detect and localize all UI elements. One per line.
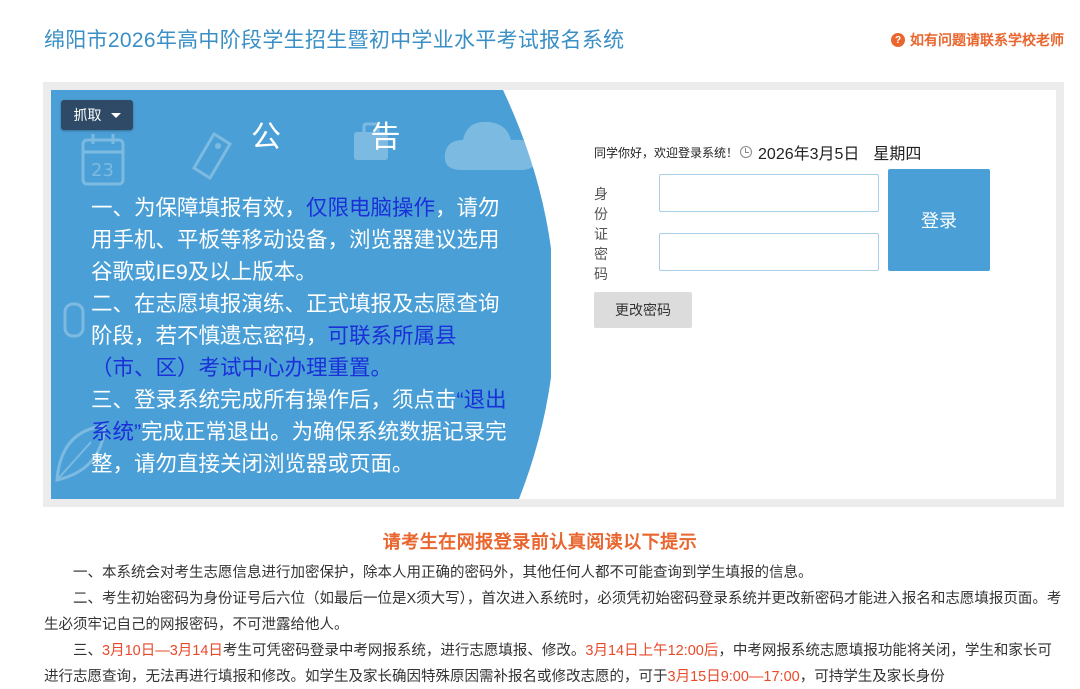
help-link[interactable]: ? 如有问题请联系学校老师 [891, 30, 1064, 50]
notice-board: 23 抓取 公 告 一、为保障填报有效，仅限电脑操作，请勿用手机、平板等移动设备… [51, 90, 551, 499]
login-button[interactable]: 登录 [888, 169, 990, 271]
id-card-label: 身份证 [594, 186, 608, 242]
tip-text: 考生可凭密码登录中考网报系统，进行志愿填报、修改。 [222, 643, 586, 659]
current-date: 2026年3月5日 [758, 146, 860, 163]
tip-highlight: 3月15日9:00—17:00 [667, 669, 800, 685]
clock-icon [740, 146, 753, 158]
tips-section: 一、本系统会对考生志愿信息进行加密保护，除本人用正确的密码外，其他任何人都不可能… [44, 560, 1064, 689]
tips-title: 请考生在网报登录前认真阅读以下提示 [382, 532, 698, 552]
greeting: 同学你好，欢迎登录系统！ 2026年3月5日 星期四 [594, 140, 921, 164]
main-panel: 23 抓取 公 告 一、为保障填报有效，仅限电脑操作，请勿用手机、平板等移动设备… [43, 82, 1064, 507]
tip-text: ，可持学生及家长身份 [799, 669, 945, 685]
change-password-button[interactable]: 更改密码 [594, 292, 692, 328]
tip-1: 一、本系统会对考生志愿信息进行加密保护，除本人用正确的密码外，其他任何人都不可能… [73, 565, 813, 581]
current-weekday: 星期四 [873, 146, 922, 163]
tip-3: 三、3月10日—3月14日考生可凭密码登录中考网报系统，进行志愿填报、修改。3月… [44, 638, 1064, 689]
page-header: 绵阳市2026年高中阶段学生招生暨初中学业水平考试报名系统 ? 如有问题请联系学… [0, 0, 1080, 80]
tip-highlight: 3月14日上午12:00后 [585, 643, 719, 659]
help-link-text: 如有问题请联系学校老师 [910, 32, 1064, 48]
password-input[interactable] [659, 233, 879, 271]
tip-text: 三、 [73, 643, 102, 659]
id-card-input[interactable] [659, 174, 879, 212]
notice-curve-edge [503, 90, 551, 499]
tip-2: 二、考生初始密码为身份证号后六位（如最后一位是X须大写），首次进入系统时，必须凭… [44, 591, 1062, 633]
main-panel-inner: 23 抓取 公 告 一、为保障填报有效，仅限电脑操作，请勿用手机、平板等移动设备… [51, 90, 1056, 499]
site-title: 绵阳市2026年高中阶段学生招生暨初中学业水平考试报名系统 [44, 29, 625, 52]
question-circle-icon: ? [891, 33, 905, 47]
greeting-text: 同学你好，欢迎登录系统！ [594, 145, 739, 160]
tip-highlight: 3月10日—3月14日 [102, 643, 223, 659]
password-label: 密码 [594, 246, 619, 282]
